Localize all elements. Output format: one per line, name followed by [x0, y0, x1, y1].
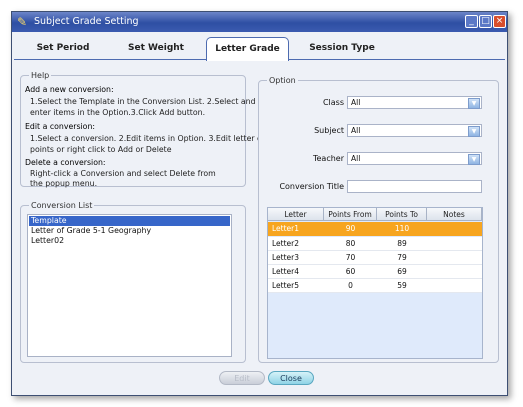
cell-notes[interactable]	[427, 251, 482, 265]
subject-grade-setting-window: ✎ Subject Grade Setting _ □ × Set Period…	[11, 11, 508, 396]
help-line: enter items in the Option.3.Click Add bu…	[30, 108, 206, 117]
option-group: Option Class All ▼ Subject All ▼ Teacher…	[258, 76, 499, 363]
cell-points-to[interactable]: 110	[377, 222, 427, 236]
cell-letter[interactable]: Letter5	[268, 279, 324, 293]
cell-points-to[interactable]: 69	[377, 265, 427, 279]
cell-points-to[interactable]: 59	[377, 279, 427, 293]
table-row[interactable]: Letter2 80 89	[268, 237, 482, 251]
tab-set-period[interactable]: Set Period	[26, 37, 100, 59]
table-row[interactable]: Letter4 60 69	[268, 265, 482, 279]
column-header-letter[interactable]: Letter	[268, 208, 324, 221]
help-line: points or right click to Add or Delete	[30, 145, 172, 154]
cell-letter[interactable]: Letter1	[268, 222, 324, 236]
column-header-points-from[interactable]: Points From	[324, 208, 377, 221]
tab-session-type[interactable]: Session Type	[300, 37, 384, 59]
teacher-label: Teacher	[312, 154, 344, 163]
teacher-combo-value: All	[351, 154, 361, 163]
title-bar[interactable]: ✎ Subject Grade Setting _ □ ×	[12, 12, 507, 32]
tab-set-weight[interactable]: Set Weight	[116, 37, 196, 59]
class-combo-value: All	[351, 98, 361, 107]
cell-points-from[interactable]: 80	[324, 237, 377, 251]
help-line: Delete a conversion:	[25, 158, 106, 167]
subject-label: Subject	[314, 126, 344, 135]
tab-letter-grade[interactable]: Letter Grade	[206, 37, 289, 61]
chevron-down-icon[interactable]: ▼	[468, 98, 480, 109]
cell-points-from[interactable]: 0	[324, 279, 377, 293]
help-line: 1.Select the Template in the Conversion …	[30, 97, 256, 106]
app-icon: ✎	[17, 15, 28, 29]
cell-points-to[interactable]: 89	[377, 237, 427, 251]
help-group: Help Add a new conversion: 1.Select the …	[20, 71, 265, 188]
class-combo[interactable]: All ▼	[347, 96, 482, 109]
cell-notes[interactable]	[427, 279, 482, 293]
maximize-button[interactable]: □	[479, 15, 492, 28]
letter-grade-table: Letter Points From Points To Notes Lette…	[267, 207, 483, 359]
subject-combo[interactable]: All ▼	[347, 124, 482, 137]
edit-button[interactable]: Edit	[219, 371, 265, 385]
minimize-button[interactable]: _	[465, 15, 478, 28]
list-item[interactable]: Template	[29, 216, 230, 226]
table-row[interactable]: Letter5 0 59	[268, 279, 482, 293]
table-row[interactable]: Letter3 70 79	[268, 251, 482, 265]
cell-notes[interactable]	[427, 265, 482, 279]
table-row[interactable]: Letter1 90 110	[268, 222, 482, 236]
list-item[interactable]: Letter of Grade 5-1 Geography	[29, 226, 230, 236]
teacher-combo[interactable]: All ▼	[347, 152, 482, 165]
help-line: the popup menu.	[30, 179, 98, 188]
conversion-list[interactable]: Template Letter of Grade 5-1 Geography L…	[27, 214, 232, 357]
column-header-points-to[interactable]: Points To	[377, 208, 427, 221]
conversion-title-input[interactable]	[347, 180, 482, 193]
list-item[interactable]: Letter02	[29, 236, 230, 246]
conversion-list-legend: Conversion List	[29, 201, 95, 210]
cell-points-from[interactable]: 70	[324, 251, 377, 265]
chevron-down-icon[interactable]: ▼	[468, 126, 480, 137]
option-legend: Option	[267, 76, 298, 85]
chevron-down-icon[interactable]: ▼	[468, 154, 480, 165]
help-legend: Help	[29, 71, 52, 80]
help-line: Right-click a Conversion and select Dele…	[30, 169, 216, 178]
close-button[interactable]: Close	[268, 371, 314, 385]
cell-points-to[interactable]: 79	[377, 251, 427, 265]
window-title: Subject Grade Setting	[34, 16, 139, 27]
help-line: Add a new conversion:	[25, 85, 114, 94]
conversion-title-label: Conversion Title	[279, 182, 344, 191]
cell-points-from[interactable]: 90	[324, 222, 377, 236]
subject-combo-value: All	[351, 126, 361, 135]
conversion-list-group: Conversion List Template Letter of Grade…	[20, 201, 246, 363]
help-line: 1.Select a conversion. 2.Edit items in O…	[30, 134, 266, 143]
help-line: Edit a conversion:	[25, 122, 96, 131]
column-header-notes[interactable]: Notes	[427, 208, 482, 221]
cell-notes[interactable]	[427, 222, 482, 236]
cell-letter[interactable]: Letter3	[268, 251, 324, 265]
cell-letter[interactable]: Letter4	[268, 265, 324, 279]
cell-notes[interactable]	[427, 237, 482, 251]
class-label: Class	[322, 98, 344, 107]
close-window-button[interactable]: ×	[493, 15, 506, 28]
cell-points-from[interactable]: 60	[324, 265, 377, 279]
cell-letter[interactable]: Letter2	[268, 237, 324, 251]
